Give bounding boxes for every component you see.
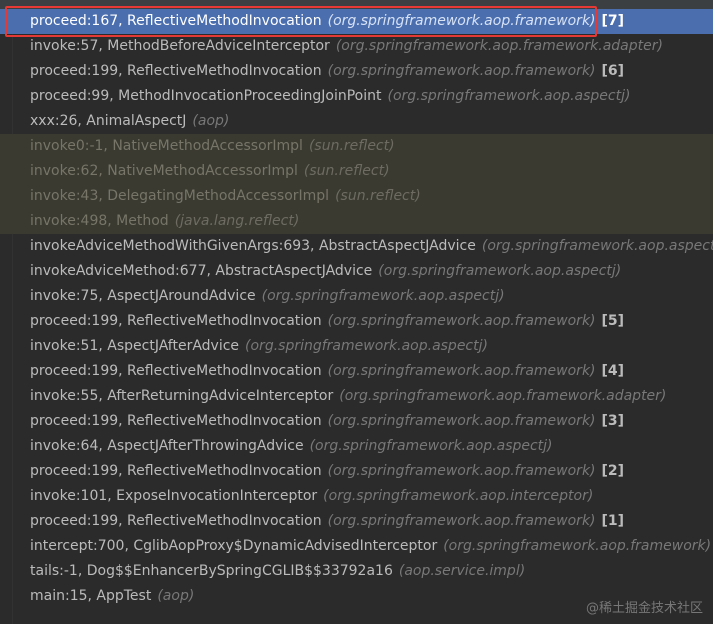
stack-frame-row[interactable]: proceed:167, ReflectiveMethodInvocation (…: [0, 9, 713, 34]
frame-package: (sun.reflect): [308, 138, 395, 154]
top-strip: [0, 0, 713, 9]
frame-package: (org.springframework.aop.interceptor): [323, 488, 594, 504]
frame-method: proceed:99, MethodInvocationProceedingJo…: [30, 88, 382, 104]
frame-package: (org.springframework.aop.aspectj): [378, 263, 622, 279]
watermark-text: @稀土掘金技术社区: [585, 601, 703, 616]
frame-package: (sun.reflect): [303, 163, 390, 179]
frame-package: (org.springframework.aop.aspectj): [261, 288, 505, 304]
frame-package: (aop): [157, 588, 195, 604]
frame-method: invoke0:-1, NativeMethodAccessorImpl: [30, 138, 303, 154]
frame-method: proceed:199, ReflectiveMethodInvocation: [30, 463, 322, 479]
frame-package: (aop): [192, 113, 230, 129]
stack-frame-row[interactable]: xxx:26, AnimalAspectJ (aop): [0, 109, 713, 134]
stack-frame-row[interactable]: proceed:199, ReflectiveMethodInvocation (…: [0, 359, 713, 384]
frame-package: (java.lang.reflect): [174, 213, 300, 229]
frame-package: (org.springframework.aop.aspectj): [309, 438, 553, 454]
frame-package: (org.springframework.aop.framework.adapt…: [339, 388, 667, 404]
frame-method: invoke:43, DelegatingMethodAccessorImpl: [30, 188, 330, 204]
stack-frame-row[interactable]: proceed:199, ReflectiveMethodInvocation (…: [0, 409, 713, 434]
stack-frame-row-library[interactable]: invoke:62, NativeMethodAccessorImpl (sun.…: [0, 159, 713, 184]
stack-frame-row[interactable]: invoke:55, AfterReturningAdviceIntercept…: [0, 384, 713, 409]
stack-frame-row[interactable]: invokeAdviceMethod:677, AbstractAspectJA…: [0, 259, 713, 284]
frame-method: proceed:167, ReflectiveMethodInvocation: [30, 13, 322, 29]
stack-frame-row[interactable]: proceed:199, ReflectiveMethodInvocation (…: [0, 509, 713, 534]
stack-frame-row[interactable]: proceed:199, ReflectiveMethodInvocation (…: [0, 309, 713, 334]
frame-method: invoke:55, AfterReturningAdviceIntercept…: [30, 388, 334, 404]
frame-package: (org.springframework.aop.aspectj): [245, 338, 488, 354]
frame-package: (org.springframework.aop.aspectj): [481, 238, 713, 254]
stack-frame-row[interactable]: tails:-1, Dog$$EnhancerBySpringCGLIB$$33…: [0, 559, 713, 584]
frame-method: proceed:199, ReflectiveMethodInvocation: [30, 413, 322, 429]
frame-method: invokeAdviceMethodWithGivenArgs:693, Abs…: [30, 238, 476, 254]
frame-index-badge: [2]: [601, 463, 625, 479]
stack-frame-row[interactable]: invoke:101, ExposeInvocationInterceptor (…: [0, 484, 713, 509]
frame-package: (org.springframework.aop.framework): [327, 513, 596, 529]
frame-package: (org.springframework.aop.framework): [327, 413, 596, 429]
frame-index-badge: [6]: [601, 63, 625, 79]
frame-method: xxx:26, AnimalAspectJ: [30, 113, 187, 129]
frame-package: (org.springframework.aop.framework): [443, 538, 712, 554]
frame-method: proceed:199, ReflectiveMethodInvocation: [30, 63, 322, 79]
frame-method: invoke:75, AspectJAroundAdvice: [30, 288, 256, 304]
frame-method: invokeAdviceMethod:677, AbstractAspectJA…: [30, 263, 373, 279]
stack-frame-row-library[interactable]: invoke:498, Method (java.lang.reflect): [0, 209, 713, 234]
frame-package: (org.springframework.aop.framework): [327, 13, 596, 29]
frame-index-badge: [7]: [601, 13, 625, 29]
stack-frame-row[interactable]: proceed:199, ReflectiveMethodInvocation (…: [0, 59, 713, 84]
frame-index-badge: [5]: [601, 313, 625, 329]
stack-frame-row[interactable]: proceed:199, ReflectiveMethodInvocation (…: [0, 459, 713, 484]
stack-frame-row[interactable]: invokeAdviceMethodWithGivenArgs:693, Abs…: [0, 234, 713, 259]
frame-package: (sun.reflect): [335, 188, 421, 204]
frame-index-badge: [1]: [601, 513, 625, 529]
frame-package: (org.springframework.aop.aspectj): [387, 88, 631, 104]
frame-method: main:15, AppTest: [30, 588, 152, 604]
frame-method: invoke:57, MethodBeforeAdviceInterceptor: [30, 38, 330, 54]
frame-method: intercept:700, CglibAopProxy$DynamicAdvi…: [30, 538, 438, 554]
stack-frame-row-library[interactable]: invoke:43, DelegatingMethodAccessorImpl (…: [0, 184, 713, 209]
stack-frame-row-library[interactable]: invoke0:-1, NativeMethodAccessorImpl (sun…: [0, 134, 713, 159]
stack-frame-row[interactable]: invoke:57, MethodBeforeAdviceInterceptor…: [0, 34, 713, 59]
frame-package: (org.springframework.aop.framework): [327, 463, 596, 479]
frame-method: invoke:62, NativeMethodAccessorImpl: [30, 163, 298, 179]
frame-method: invoke:51, AspectJAfterAdvice: [30, 338, 240, 354]
frame-package: (org.springframework.aop.framework): [327, 313, 596, 329]
frame-index-badge: [3]: [601, 413, 625, 429]
stack-frames-list: proceed:167, ReflectiveMethodInvocation (…: [0, 9, 713, 609]
frame-package: (org.springframework.aop.framework): [327, 363, 596, 379]
frame-package: (org.springframework.aop.framework.adapt…: [335, 38, 663, 54]
frame-index-badge: [4]: [601, 363, 625, 379]
frame-package: (aop.service.impl): [398, 563, 526, 579]
stack-frame-row[interactable]: intercept:700, CglibAopProxy$DynamicAdvi…: [0, 534, 713, 559]
stack-frame-row[interactable]: invoke:75, AspectJAroundAdvice (org.sprin…: [0, 284, 713, 309]
frame-method: proceed:199, ReflectiveMethodInvocation: [30, 513, 322, 529]
frame-method: invoke:101, ExposeInvocationInterceptor: [30, 488, 318, 504]
frame-method: tails:-1, Dog$$EnhancerBySpringCGLIB$$33…: [30, 563, 393, 579]
stack-frame-row[interactable]: invoke:51, AspectJAfterAdvice (org.spring…: [0, 334, 713, 359]
stack-frame-row[interactable]: invoke:64, AspectJAfterThrowingAdvice (or…: [0, 434, 713, 459]
frame-method: proceed:199, ReflectiveMethodInvocation: [30, 363, 322, 379]
frame-method: proceed:199, ReflectiveMethodInvocation: [30, 313, 322, 329]
stack-frame-row[interactable]: proceed:99, MethodInvocationProceedingJo…: [0, 84, 713, 109]
frame-method: invoke:64, AspectJAfterThrowingAdvice: [30, 438, 304, 454]
frame-method: invoke:498, Method: [30, 213, 169, 229]
frame-package: (org.springframework.aop.framework): [327, 63, 596, 79]
